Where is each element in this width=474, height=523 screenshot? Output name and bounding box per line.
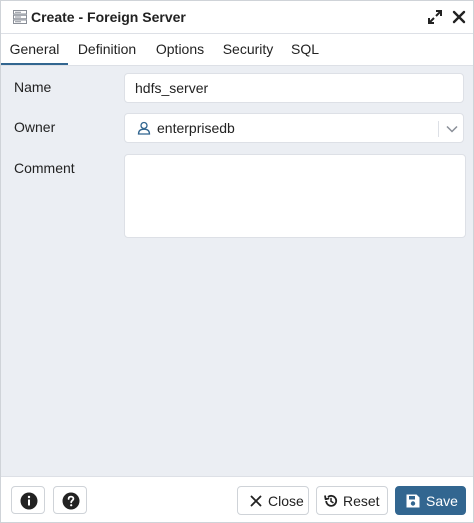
close-icon[interactable] <box>451 9 467 25</box>
select-separator <box>438 121 439 137</box>
name-input[interactable] <box>124 73 464 103</box>
expand-icon[interactable] <box>427 9 443 25</box>
user-icon <box>137 121 151 135</box>
x-icon <box>250 495 262 507</box>
save-button[interactable]: Save <box>395 486 466 515</box>
tab-options[interactable]: Options <box>146 34 214 65</box>
tab-security[interactable]: Security <box>214 34 282 65</box>
name-label: Name <box>14 79 52 95</box>
help-button[interactable] <box>53 486 87 514</box>
foreign-server-icon <box>13 10 27 24</box>
tab-sql[interactable]: SQL <box>282 34 328 65</box>
tab-label: Options <box>155 41 205 57</box>
tab-label: Security <box>222 41 274 57</box>
info-icon <box>20 492 38 510</box>
dialog-footer: Close Reset Save <box>1 476 473 522</box>
owner-label: Owner <box>14 119 56 135</box>
tab-definition[interactable]: Definition <box>68 34 146 65</box>
reset-button[interactable]: Reset <box>316 486 388 515</box>
close-button[interactable]: Close <box>237 486 309 515</box>
reset-button-label: Reset <box>343 493 380 509</box>
chevron-down-icon[interactable] <box>445 122 459 136</box>
dialog-titlebar[interactable]: Create - Foreign Server <box>1 1 473 34</box>
comment-label: Comment <box>14 160 75 176</box>
owner-value: enterprisedb <box>157 120 235 136</box>
info-button[interactable] <box>11 486 45 514</box>
comment-textarea[interactable] <box>124 154 466 238</box>
owner-select[interactable]: enterprisedb <box>124 113 464 143</box>
tab-label: SQL <box>290 41 319 57</box>
reset-icon <box>324 494 338 507</box>
tab-general[interactable]: General <box>1 34 68 65</box>
save-icon <box>406 494 420 508</box>
save-button-label: Save <box>426 493 458 509</box>
create-foreign-server-dialog: Create - Foreign Server General Definiti… <box>0 0 474 523</box>
tab-label: General <box>9 41 60 57</box>
dialog-body: Name Owner enterprisedb Comment <box>1 66 473 476</box>
tab-label: Definition <box>77 41 137 57</box>
help-icon <box>62 492 80 510</box>
close-button-label: Close <box>268 493 304 509</box>
dialog-title: Create - Foreign Server <box>31 9 186 25</box>
tab-bar: General Definition Options Security SQL <box>1 34 473 66</box>
